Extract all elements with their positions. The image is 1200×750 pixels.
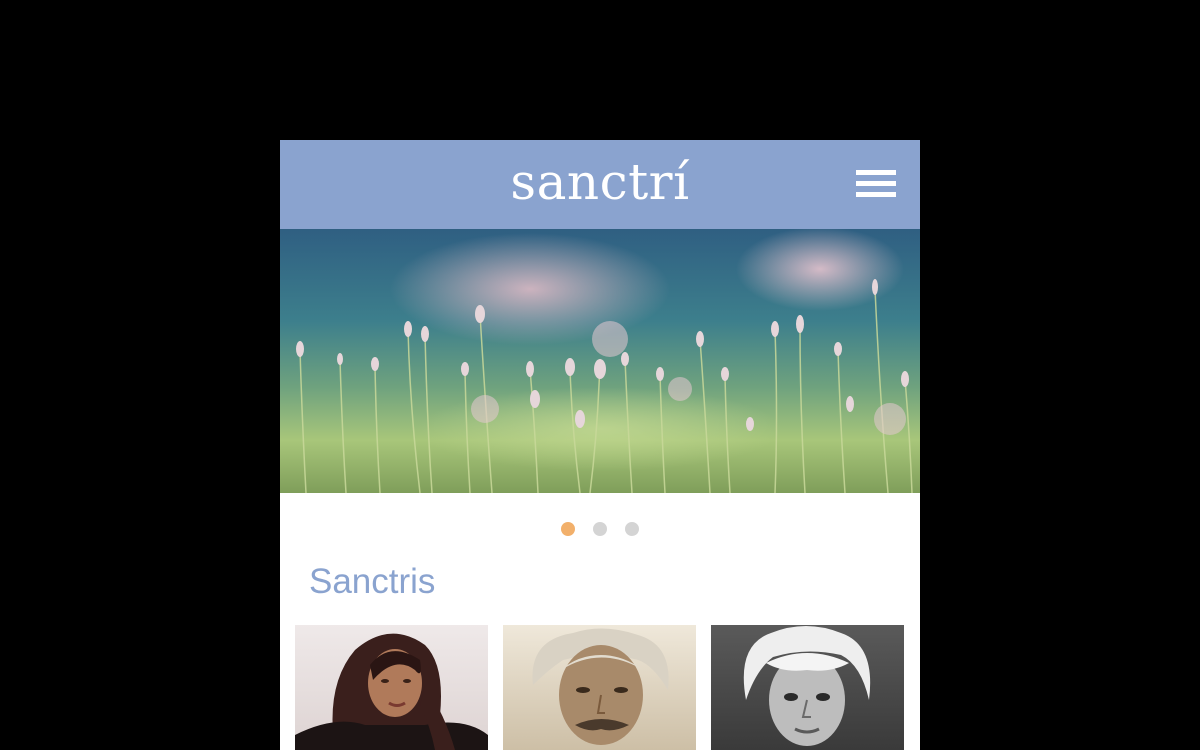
profile-grid bbox=[295, 625, 905, 750]
carousel-indicator bbox=[280, 522, 920, 538]
carousel-dot-3[interactable] bbox=[625, 522, 639, 536]
menu-bar-bottom bbox=[856, 192, 896, 197]
profile-tile-2[interactable] bbox=[503, 625, 696, 750]
phone-screen: sanctrí Sanctris bbox=[280, 140, 920, 750]
menu-bar-middle bbox=[856, 181, 896, 186]
meadow-illustration bbox=[296, 279, 913, 493]
carousel-dot-1[interactable] bbox=[561, 522, 575, 536]
portrait-man-white-hair-photo bbox=[743, 626, 871, 746]
section-title: Sanctris bbox=[309, 562, 436, 601]
brand-logo[interactable]: sanctrí bbox=[280, 152, 920, 212]
hamburger-menu-icon[interactable] bbox=[852, 168, 896, 204]
carousel-dot-2[interactable] bbox=[593, 522, 607, 536]
menu-bar-top bbox=[856, 170, 896, 175]
app-header: sanctrí bbox=[280, 140, 920, 229]
hero-image-meadow[interactable] bbox=[280, 229, 920, 493]
portrait-woman-dark-hair-photo bbox=[295, 633, 488, 750]
portrait-man-white-hair-mustache-photo bbox=[532, 628, 669, 745]
profile-tile-3[interactable] bbox=[711, 625, 904, 750]
profile-tile-1[interactable] bbox=[295, 625, 488, 750]
